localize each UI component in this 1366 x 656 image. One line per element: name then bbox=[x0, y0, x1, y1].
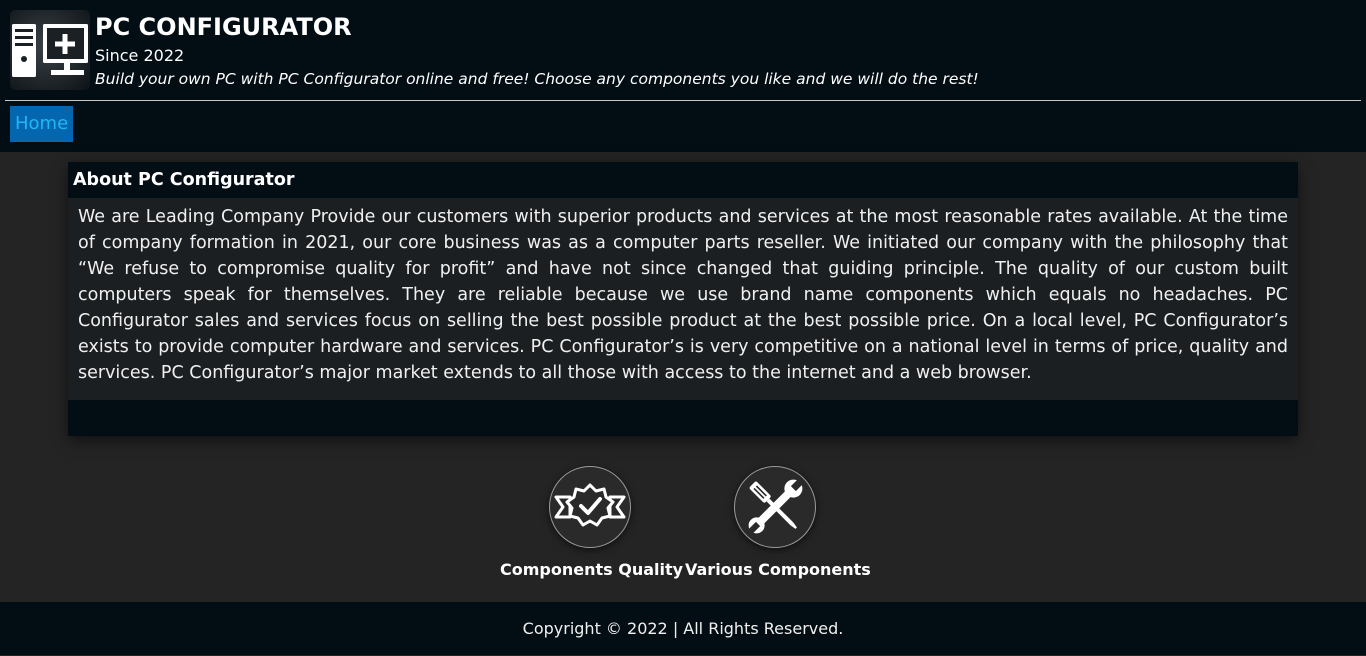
site-header: PC CONFIGURATOR Since 2022 Build your ow… bbox=[0, 0, 1366, 152]
about-heading: About PC Configurator bbox=[68, 162, 1298, 198]
site-tagline: Build your own PC with PC Configurator o… bbox=[95, 70, 979, 88]
site-title: PC CONFIGURATOR bbox=[95, 13, 352, 41]
feature-label: Components Quality bbox=[500, 560, 684, 579]
about-card-footer bbox=[68, 400, 1298, 436]
header-divider bbox=[5, 100, 1361, 101]
nav-item-home[interactable]: Home bbox=[10, 106, 74, 142]
pc-monitor-plus-icon[interactable] bbox=[10, 10, 90, 90]
about-card: About PC Configurator We are Leading Com… bbox=[68, 162, 1298, 436]
copyright-text: Copyright © 2022 | All Rights Reserved. bbox=[522, 619, 844, 638]
quality-badge-check-icon bbox=[549, 466, 631, 548]
site-footer: Copyright © 2022 | All Rights Reserved. bbox=[0, 602, 1366, 655]
site-since: Since 2022 bbox=[95, 46, 185, 65]
feature-various-components: Various Components bbox=[685, 466, 871, 579]
feature-components-quality: Components Quality bbox=[500, 466, 684, 579]
feature-label: Various Components bbox=[685, 560, 871, 579]
about-body-text: We are Leading Company Provide our custo… bbox=[78, 207, 1288, 383]
tools-wrench-screwdriver-icon bbox=[734, 466, 816, 548]
